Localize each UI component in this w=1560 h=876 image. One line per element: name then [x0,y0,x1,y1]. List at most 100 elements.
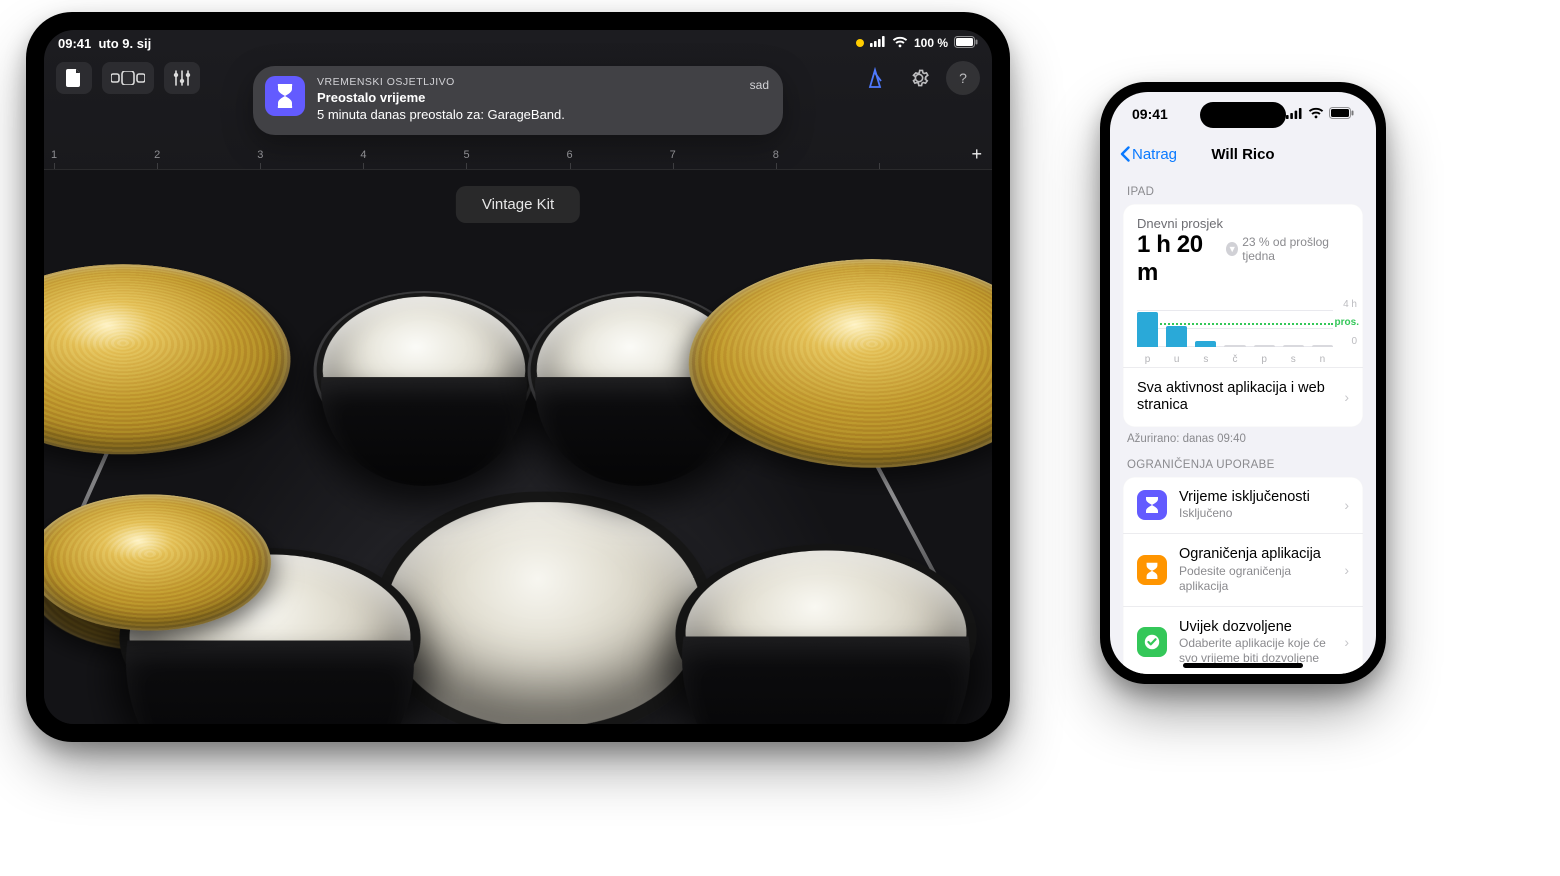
downtime-icon [1137,490,1167,520]
always-allowed-icon [1137,627,1167,657]
daily-average-label: Dnevni prosjek [1137,216,1349,231]
dynamic-island [1200,102,1286,128]
home-indicator[interactable] [1183,663,1303,668]
notification-when: sad [750,76,769,92]
chart-day-label: p [1254,354,1275,365]
all-activity-label: Sva aktivnost aplikacija i web stranica [1137,380,1332,415]
chart-day-label: s [1195,354,1216,365]
notification-category: VREMENSKI OSJETLJIVO [317,76,738,90]
status-date: uto 9. sij [98,36,151,51]
chart-day-label: n [1312,354,1333,365]
chevron-left-icon [1120,146,1130,162]
settings-scroll[interactable]: IPAD Dnevni prosjek 1 h 20 m ▼ 23 % od p… [1110,172,1376,674]
chart-bar [1166,326,1187,347]
rack-tom-left[interactable] [304,291,544,450]
notification-body: 5 minuta danas preostalo za: GarageBand. [317,107,738,124]
tick-label: 2 [154,149,160,161]
y-min-label: 0 [1351,336,1357,347]
tick-label: 6 [567,149,573,161]
hourglass-icon [265,76,305,116]
delta-down-icon: ▼ [1226,242,1238,256]
iphone-device: 09:41 Natrag Will Rico IPAD [1100,82,1386,684]
chart-bar [1312,345,1333,347]
cellular-signal-icon [1286,106,1303,122]
row-title: Vrijeme isključenosti [1179,489,1332,506]
updated-footnote: Ažurirano: danas 09:40 [1123,427,1363,445]
back-label: Natrag [1132,146,1177,163]
row-title: Uvijek dozvoljene [1179,619,1332,636]
timeline-ruler[interactable]: 1 2 3 4 5 6 7 8 + [44,146,992,170]
location-indicator-icon [856,39,864,47]
settings-gear-icon[interactable] [902,61,936,95]
chevron-right-icon: › [1344,389,1349,405]
tick-label: 7 [670,149,676,161]
add-section-button[interactable]: + [971,144,982,165]
drum-stage[interactable]: Vintage Kit [44,170,992,724]
tick-label: 4 [360,149,366,161]
ipad-screen: 09:41 uto 9. sij 100 % [44,30,992,724]
row-title: Ograničenja aplikacija [1179,546,1332,563]
cellular-signal-icon [870,36,886,50]
page-title: Will Rico [1211,146,1274,163]
app-limits-icon [1137,555,1167,585]
instrument-name-button[interactable]: Vintage Kit [456,186,580,223]
row-sub: Isključeno [1179,506,1332,521]
status-time: 09:41 [58,36,91,51]
y-max-label: 4 h [1343,299,1357,310]
chevron-right-icon: › [1344,634,1349,650]
wifi-icon [892,36,908,51]
iphone-screen: 09:41 Natrag Will Rico IPAD [1110,92,1376,674]
section-header-device: IPAD [1123,172,1363,204]
tick-label: 1 [51,149,57,161]
usage-bar-chart: 4 h 0 pros. pusčpsn [1123,295,1363,367]
floor-tom-right[interactable] [661,544,990,724]
notification-title: Preostalo vrijeme [317,90,738,107]
crash-cymbal[interactable] [44,264,322,454]
ipad-status-bar: 09:41 uto 9. sij 100 % [44,30,992,56]
chart-day-label: s [1283,354,1304,365]
notification-text: VREMENSKI OSJETLJIVO Preostalo vrijeme 5… [317,76,738,123]
help-button[interactable]: ? [946,61,980,95]
delta-text: 23 % od prošlog tjedna [1242,235,1349,263]
chart-bar [1137,312,1158,347]
status-left: 09:41 uto 9. sij [58,36,151,51]
chart-bar [1224,345,1245,347]
row-sub: Odaberite aplikacije koje će svo vrijeme… [1179,636,1332,666]
battery-percent: 100 % [914,36,948,50]
track-controls-button[interactable] [164,62,200,94]
downtime-row[interactable]: Vrijeme isključenosti Isključeno › [1123,477,1363,533]
my-songs-button[interactable] [56,62,92,94]
battery-icon [954,36,978,51]
chart-average-tag: pros. [1335,317,1359,328]
chart-bar [1283,345,1304,347]
battery-icon [1329,106,1354,122]
status-time: 09:41 [1132,106,1168,122]
chart-bar [1254,345,1275,347]
week-delta: ▼ 23 % od prošlog tjedna [1226,235,1349,263]
section-header-limits: OGRANIČENJA UPORABE [1123,445,1363,477]
back-button[interactable]: Natrag [1120,146,1177,163]
tick-label: 5 [463,149,469,161]
iphone-nav-bar: Natrag Will Rico [1110,136,1376,172]
ipad-device: 09:41 uto 9. sij 100 % [26,12,1010,742]
limits-card: Vrijeme isključenosti Isključeno › Ogran… [1123,477,1363,674]
chevron-right-icon: › [1344,497,1349,513]
daily-average-value: 1 h 20 m [1137,231,1218,287]
metronome-button[interactable] [858,61,892,95]
all-activity-row[interactable]: Sva aktivnost aplikacija i web stranica … [1123,367,1363,427]
chevron-right-icon: › [1344,562,1349,578]
status-right: 100 % [856,36,978,51]
activity-card: Dnevni prosjek 1 h 20 m ▼ 23 % od prošlo… [1123,204,1363,427]
tick-label: 3 [257,149,263,161]
wifi-icon [1308,106,1324,122]
tick-label: 8 [773,149,779,161]
screen-time-notification[interactable]: VREMENSKI OSJETLJIVO Preostalo vrijeme 5… [253,66,783,135]
chart-day-label: u [1166,354,1187,365]
row-sub: Podesite ograničenja aplikacija [1179,564,1332,594]
daily-average-block: Dnevni prosjek 1 h 20 m ▼ 23 % od prošlo… [1123,204,1363,295]
chart-bar [1195,341,1216,347]
app-limits-row[interactable]: Ograničenja aplikacija Podesite ograniče… [1123,533,1363,605]
browser-view-button[interactable] [102,62,154,94]
chart-day-label: č [1224,354,1245,365]
chart-day-label: p [1137,354,1158,365]
